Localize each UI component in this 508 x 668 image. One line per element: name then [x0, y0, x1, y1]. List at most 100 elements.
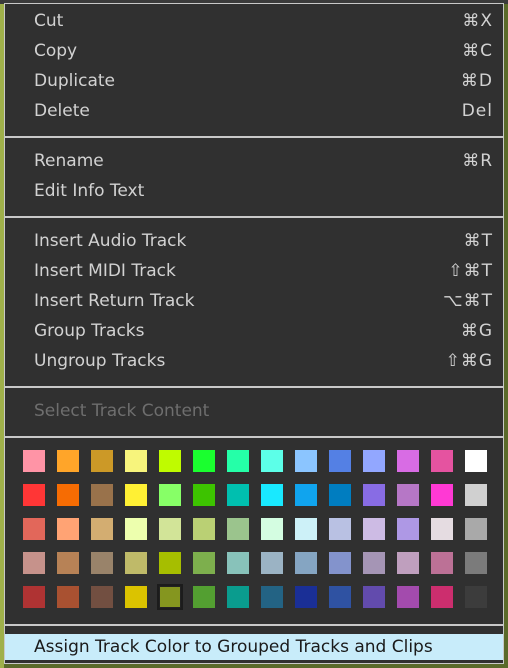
- color-swatch[interactable]: [431, 450, 453, 472]
- color-swatch[interactable]: [159, 450, 181, 472]
- color-swatch[interactable]: [431, 552, 453, 574]
- menu-separator: [5, 624, 503, 626]
- color-swatch[interactable]: [363, 450, 385, 472]
- color-swatch[interactable]: [193, 484, 215, 506]
- color-swatch[interactable]: [159, 552, 181, 574]
- color-swatch[interactable]: [23, 450, 45, 472]
- menu-item-assign-track-color-grouped[interactable]: Assign Track Color to Grouped Tracks and…: [5, 634, 503, 660]
- color-swatch[interactable]: [193, 586, 215, 608]
- color-swatch[interactable]: [261, 552, 283, 574]
- color-swatch[interactable]: [57, 518, 79, 540]
- menu-item-label: Assign Track Color to Grouped Tracks and…: [34, 637, 433, 657]
- menu-item-label: Duplicate: [34, 71, 115, 91]
- color-swatch[interactable]: [465, 450, 487, 472]
- color-swatch[interactable]: [397, 586, 419, 608]
- color-swatch[interactable]: [227, 484, 249, 506]
- color-swatch[interactable]: [159, 484, 181, 506]
- color-swatch[interactable]: [91, 552, 113, 574]
- menu-item-rename[interactable]: Rename ⌘R: [5, 146, 503, 176]
- menu-item-ungroup-tracks[interactable]: Ungroup Tracks ⇧⌘G: [5, 346, 503, 376]
- color-swatch[interactable]: [57, 586, 79, 608]
- color-swatch[interactable]: [431, 518, 453, 540]
- menu-item-insert-midi-track[interactable]: Insert MIDI Track ⇧⌘T: [5, 256, 503, 286]
- menu-item-label: Delete: [34, 101, 90, 121]
- menu-item-copy[interactable]: Copy ⌘C: [5, 36, 503, 66]
- color-swatch[interactable]: [329, 450, 351, 472]
- menu-item-duplicate[interactable]: Duplicate ⌘D: [5, 66, 503, 96]
- color-swatch[interactable]: [159, 518, 181, 540]
- color-swatch[interactable]: [23, 518, 45, 540]
- color-swatch[interactable]: [363, 586, 385, 608]
- color-swatch[interactable]: [23, 552, 45, 574]
- color-swatch[interactable]: [57, 450, 79, 472]
- color-swatch[interactable]: [261, 518, 283, 540]
- menu-item-edit-info-text[interactable]: Edit Info Text: [5, 176, 503, 206]
- color-swatch[interactable]: [91, 586, 113, 608]
- menu-item-group-tracks[interactable]: Group Tracks ⌘G: [5, 316, 503, 346]
- color-swatch[interactable]: [227, 552, 249, 574]
- color-swatch[interactable]: [363, 552, 385, 574]
- menu-item-select-track-content: Select Track Content: [5, 396, 503, 426]
- color-swatch[interactable]: [125, 450, 147, 472]
- color-swatch[interactable]: [397, 484, 419, 506]
- menu-item-insert-audio-track[interactable]: Insert Audio Track ⌘T: [5, 226, 503, 256]
- menu-item-label: Insert MIDI Track: [34, 261, 176, 281]
- color-swatch[interactable]: [125, 484, 147, 506]
- color-swatch[interactable]: [91, 484, 113, 506]
- color-swatch[interactable]: [125, 518, 147, 540]
- menu-item-label: Ungroup Tracks: [34, 351, 166, 371]
- color-swatch[interactable]: [295, 484, 317, 506]
- color-swatch[interactable]: [227, 518, 249, 540]
- color-swatch[interactable]: [363, 518, 385, 540]
- color-swatch[interactable]: [227, 450, 249, 472]
- shortcut-opt-cmd-t: ⌥⌘T: [443, 291, 493, 311]
- color-swatch[interactable]: [57, 552, 79, 574]
- color-swatch[interactable]: [125, 552, 147, 574]
- color-swatch[interactable]: [261, 450, 283, 472]
- menu-item-delete[interactable]: Delete Del: [5, 96, 503, 126]
- color-swatch[interactable]: [125, 586, 147, 608]
- color-swatch[interactable]: [227, 586, 249, 608]
- color-swatch[interactable]: [193, 450, 215, 472]
- color-swatch[interactable]: [465, 552, 487, 574]
- color-swatch[interactable]: [329, 586, 351, 608]
- context-menu: Cut ⌘X Copy ⌘C Duplicate ⌘D Delete Del R…: [4, 3, 504, 664]
- color-swatch[interactable]: [261, 484, 283, 506]
- color-swatch[interactable]: [363, 484, 385, 506]
- menu-separator: [5, 216, 503, 218]
- shortcut-cmd-g: ⌘G: [460, 321, 493, 341]
- color-swatch[interactable]: [295, 586, 317, 608]
- color-swatch[interactable]: [329, 518, 351, 540]
- menu-separator: [5, 136, 503, 138]
- color-swatch[interactable]: [431, 484, 453, 506]
- color-swatch[interactable]: [295, 450, 317, 472]
- color-swatch[interactable]: [261, 586, 283, 608]
- color-swatch[interactable]: [397, 450, 419, 472]
- color-swatch[interactable]: [193, 518, 215, 540]
- color-swatch[interactable]: [329, 484, 351, 506]
- color-swatch[interactable]: [397, 518, 419, 540]
- color-swatch[interactable]: [91, 518, 113, 540]
- color-swatch[interactable]: [157, 584, 183, 610]
- shortcut-cmd-x: ⌘X: [462, 11, 493, 31]
- color-swatch[interactable]: [193, 552, 215, 574]
- shortcut-shift-cmd-g: ⇧⌘G: [445, 351, 493, 371]
- color-swatch[interactable]: [397, 552, 419, 574]
- menu-item-insert-return-track[interactable]: Insert Return Track ⌥⌘T: [5, 286, 503, 316]
- color-swatch[interactable]: [465, 484, 487, 506]
- color-swatch[interactable]: [295, 552, 317, 574]
- shortcut-del: Del: [461, 101, 493, 121]
- color-swatch[interactable]: [91, 450, 113, 472]
- menu-item-label: Cut: [34, 11, 64, 31]
- menu-item-label: Group Tracks: [34, 321, 145, 341]
- color-swatch[interactable]: [465, 518, 487, 540]
- menu-item-cut[interactable]: Cut ⌘X: [5, 6, 503, 36]
- color-swatch[interactable]: [295, 518, 317, 540]
- color-swatch[interactable]: [465, 586, 487, 608]
- color-swatch[interactable]: [23, 586, 45, 608]
- color-swatch[interactable]: [431, 586, 453, 608]
- menu-item-label: Select Track Content: [34, 401, 210, 421]
- color-swatch[interactable]: [329, 552, 351, 574]
- color-swatch[interactable]: [23, 484, 45, 506]
- color-swatch[interactable]: [57, 484, 79, 506]
